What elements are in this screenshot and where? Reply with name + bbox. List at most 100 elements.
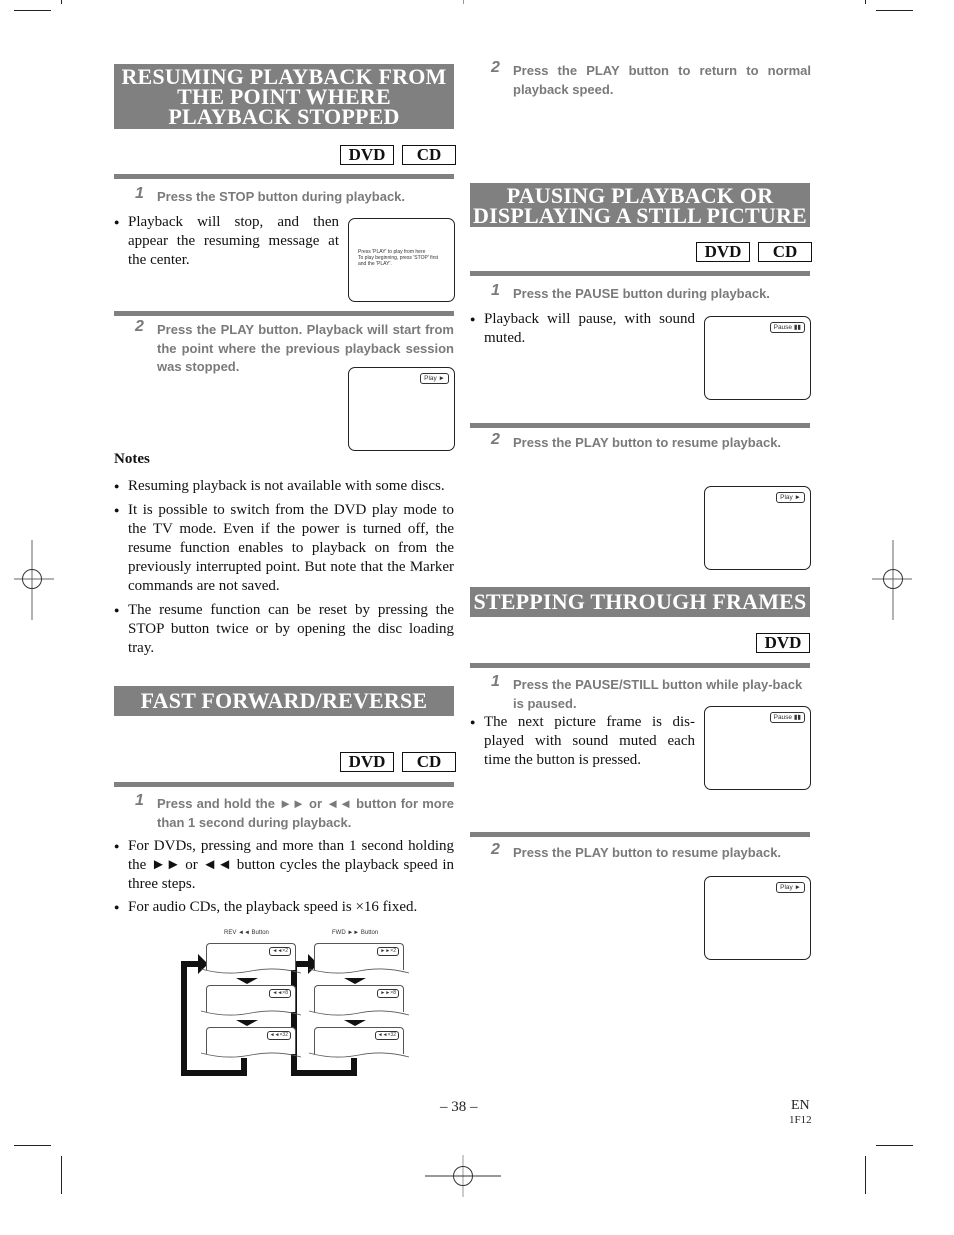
rev-frame: ◄◄×2: [201, 943, 301, 974]
disc-tags: DVD CD: [340, 145, 456, 165]
step-2-instruction: 2 Press the PLAY button to resume playba…: [491, 841, 811, 863]
section-rule: [114, 782, 454, 787]
ff-step-2-instruction: 2 Press the PLAY button to return to nor…: [491, 59, 811, 99]
down-arrow: [344, 978, 366, 984]
step-text: Press the PLAY button to return to norma…: [513, 63, 811, 97]
fwd-frame: ►►×2: [309, 943, 409, 974]
speed-diagram: REV ◄◄ Button FWD ►► Button ◄◄×2 ◄◄×8 ◄◄…: [180, 928, 410, 1078]
rev-button-label: REV ◄◄ Button: [224, 930, 269, 936]
step-number: 2: [491, 59, 500, 76]
step-text: Press the STOP button during playback.: [157, 189, 406, 204]
section-rule: [470, 663, 810, 668]
fast-forward-notes: For DVDs, pressing and more than 1 secon…: [114, 837, 454, 917]
bullet-item: Playback will pause, with sound muted.: [470, 310, 695, 348]
dvd-tag: DVD: [756, 633, 810, 653]
dvd-tag: DVD: [340, 752, 394, 772]
section-rule: [470, 271, 810, 276]
tv-screen-pause: Pause ▮▮: [704, 316, 811, 400]
section-title-stepping: STEPPING THROUGH FRAMES: [470, 587, 810, 617]
step-number: 2: [135, 318, 144, 335]
step-text: Press and hold the ►► or ◄◄ button for m…: [157, 796, 454, 830]
step-text: Press the PLAY button to resume playback…: [513, 435, 782, 450]
speed-osd: ►►×8: [377, 989, 399, 998]
section-rule: [114, 174, 454, 179]
step-1-description: Playback will pause, with sound muted.: [470, 310, 695, 348]
fwd-frame: ►►×8: [309, 985, 409, 1016]
model-code: 1F12: [789, 1114, 812, 1126]
step-number: 2: [491, 431, 500, 448]
step-number: 2: [491, 841, 500, 858]
crop-mark: [463, 0, 464, 4]
cd-tag: CD: [402, 145, 456, 165]
registration-mark-left: [14, 540, 54, 620]
step-number: 1: [135, 185, 144, 202]
bullet-item: The next picture frame is dis-played wit…: [470, 713, 695, 770]
play-osd: Play ►: [776, 882, 805, 893]
message-line: and the 'PLAY'.: [358, 261, 392, 267]
rev-frame: ◄◄×32: [201, 1027, 301, 1058]
tv-screen-pause: Pause ▮▮: [704, 706, 811, 790]
down-arrow: [344, 1020, 366, 1026]
down-arrow: [236, 978, 258, 984]
disc-tags: DVD CD: [340, 752, 456, 772]
page-number: – 38 –: [440, 1099, 478, 1115]
step-number: 1: [491, 673, 500, 690]
crop-mark: [61, 1156, 62, 1194]
pause-osd: Pause ▮▮: [769, 712, 805, 723]
registration-mark-right: [872, 540, 912, 620]
speed-osd: ◄◄×32: [374, 1031, 399, 1040]
note-item: It is possible to switch from the DVD pl…: [114, 501, 454, 596]
step-number: 1: [135, 792, 144, 809]
step-1-instruction: 1 Press the STOP button during playback.: [135, 185, 454, 207]
speed-osd: ◄◄×8: [269, 989, 291, 998]
disc-tags: DVD CD: [696, 242, 812, 262]
fwd-button-label: FWD ►► Button: [332, 930, 379, 936]
notes-list: Resuming playback is not available with …: [114, 477, 454, 658]
tv-screen-play: Play ►: [348, 367, 455, 451]
crop-mark: [14, 10, 51, 11]
play-osd: Play ►: [776, 492, 805, 503]
dvd-tag: DVD: [696, 242, 750, 262]
step-1-instruction: 1 Press and hold the ►► or ◄◄ button for…: [135, 792, 454, 832]
language-code: EN: [791, 1098, 810, 1113]
speed-osd: ◄◄×2: [269, 947, 291, 956]
crop-mark: [865, 0, 866, 4]
step-number: 1: [491, 282, 500, 299]
section-title-fast-forward: FAST FORWARD/REVERSE: [114, 686, 454, 716]
fwd-frame: ◄◄×32: [309, 1027, 409, 1058]
step-1-description: Playback will stop, and then appear the …: [114, 213, 339, 270]
speed-osd: ◄◄×32: [266, 1031, 291, 1040]
crop-mark: [14, 1145, 51, 1146]
section-rule: [470, 832, 810, 837]
title-line: DISPLAYING A STILL PICTURE: [473, 203, 807, 228]
dvd-tag: DVD: [340, 145, 394, 165]
bullet-item: Playback will stop, and then appear the …: [114, 213, 339, 270]
step-2-instruction: 2 Press the PLAY button to resume playba…: [491, 431, 811, 453]
bullet-item: For DVDs, pressing and more than 1 secon…: [114, 837, 454, 894]
tv-screen-play: Play ►: [704, 486, 811, 570]
note-item: The resume function can be reset by pres…: [114, 601, 454, 658]
registration-mark-bottom: [425, 1155, 501, 1197]
section-rule: [114, 311, 454, 316]
pause-osd: Pause ▮▮: [769, 322, 805, 333]
cd-tag: CD: [758, 242, 812, 262]
rev-frame: ◄◄×8: [201, 985, 301, 1016]
play-osd: Play ►: [420, 373, 449, 384]
down-arrow: [236, 1020, 258, 1026]
crop-mark: [865, 1156, 866, 1194]
step-text: Press the PAUSE button during playback.: [513, 286, 770, 301]
disc-tags: DVD: [756, 633, 810, 653]
tv-screen-resume-message: Press 'PLAY' to play from here To play b…: [348, 218, 455, 302]
speed-osd: ►►×2: [377, 947, 399, 956]
section-title-resume: RESUMING PLAYBACK FROM THE POINT WHERE P…: [114, 64, 454, 129]
note-item: Resuming playback is not available with …: [114, 477, 454, 496]
cd-tag: CD: [402, 752, 456, 772]
notes-heading: Notes: [114, 451, 150, 467]
bullet-item: For audio CDs, the playback speed is ×16…: [114, 898, 454, 917]
step-text: Press the PLAY button to resume playback…: [513, 845, 782, 860]
crop-mark: [876, 10, 913, 11]
crop-mark: [61, 0, 62, 4]
resume-message: Press 'PLAY' to play from here To play b…: [358, 249, 438, 267]
step-1-description: The next picture frame is dis-played wit…: [470, 713, 695, 770]
tv-screen-play: Play ►: [704, 876, 811, 960]
